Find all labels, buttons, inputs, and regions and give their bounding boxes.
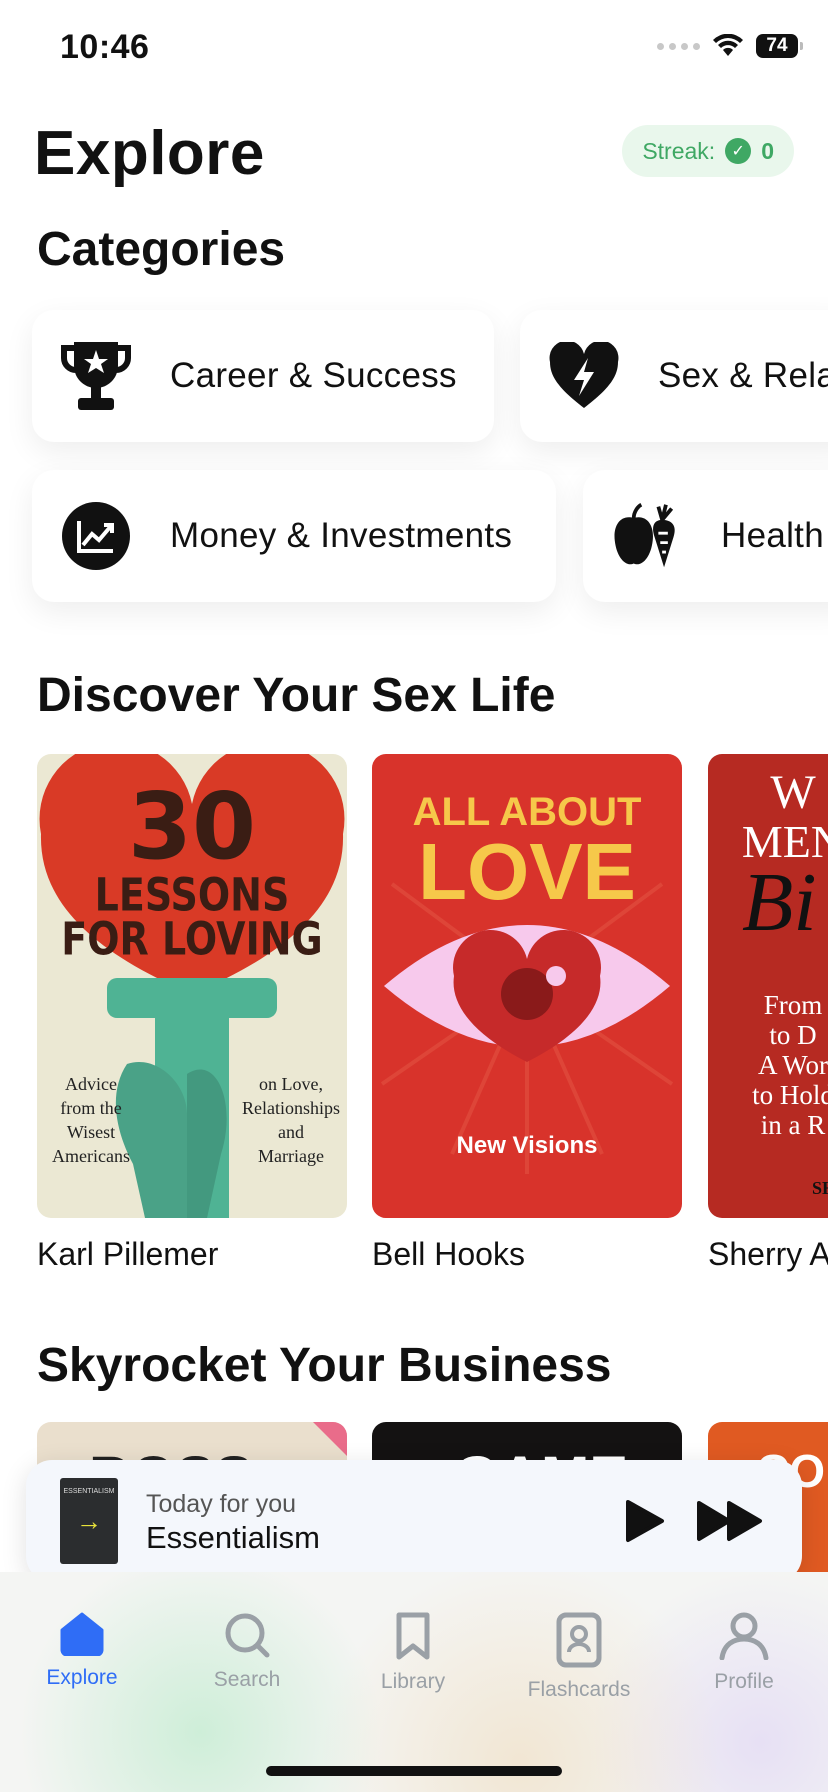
cover-title-number: 30	[127, 773, 257, 880]
cover-text: to D	[769, 1020, 817, 1050]
heart-bolt-icon	[548, 340, 620, 412]
cover-corner	[313, 1422, 347, 1456]
tab-bar: Explore Search Library Flashcards Profil…	[0, 1572, 828, 1792]
mini-player[interactable]: ESSENTIALISM → Today for you Essentialis…	[26, 1460, 802, 1582]
streak-label: Streak:	[642, 137, 716, 164]
tab-label: Profile	[714, 1670, 774, 1693]
tab-flashcards[interactable]: Flashcards	[509, 1612, 649, 1702]
tab-label: Explore	[46, 1666, 118, 1689]
business-section-title: Skyrocket Your Business	[37, 1339, 612, 1392]
cover-text: Wisest	[66, 1122, 116, 1142]
tab-explore[interactable]: Explore	[12, 1612, 152, 1690]
flashcards-icon	[556, 1612, 602, 1668]
category-label: Career & Success	[170, 356, 457, 395]
cover-subtitle: New Visions	[456, 1132, 598, 1159]
book-cover-all-about-love[interactable]: ALL ABOUT LOVE New Visions	[372, 754, 682, 1218]
signal-icon	[657, 42, 700, 50]
category-label: Health	[721, 516, 824, 555]
tab-label: Search	[213, 1668, 281, 1691]
play-button[interactable]	[624, 1498, 666, 1544]
streak-count: 0	[761, 137, 774, 164]
player-title: Essentialism	[146, 1520, 320, 1555]
cover-text: to Hold	[752, 1080, 828, 1110]
cover-author-text: SHE	[812, 1178, 828, 1198]
home-indicator	[266, 1766, 562, 1776]
cover-text: on Love,	[259, 1074, 323, 1094]
bookmark-icon	[396, 1612, 430, 1660]
cover-text: from the	[60, 1098, 122, 1118]
cover-text: Marriage	[258, 1146, 324, 1166]
tab-search[interactable]: Search	[177, 1612, 317, 1692]
mini-cover-title: ESSENTIALISM	[63, 1488, 115, 1495]
cover-text: Americans	[52, 1146, 130, 1166]
check-icon: ✓	[725, 138, 752, 164]
arrow-right-icon: →	[76, 1506, 102, 1536]
cover-text: From	[763, 990, 823, 1020]
mini-player-cover: ESSENTIALISM →	[60, 1478, 118, 1564]
page-title: Explore	[34, 119, 265, 188]
status-time: 10:46	[60, 28, 150, 66]
cover-text: in a R	[760, 1110, 826, 1140]
book-author[interactable]: Bell Hooks	[372, 1236, 525, 1273]
chart-up-icon	[60, 500, 132, 572]
trophy-icon	[60, 340, 132, 412]
tab-label: Library	[380, 1670, 446, 1693]
tab-profile[interactable]: Profile	[674, 1612, 814, 1694]
category-health[interactable]: Health	[583, 470, 828, 602]
book-author[interactable]: Sherry A	[708, 1236, 828, 1273]
book-author[interactable]: Karl Pillemer	[37, 1236, 218, 1273]
cover-text: A Wor	[757, 1050, 828, 1080]
status-icons: 74	[657, 34, 803, 58]
cover-title-line: LOVE	[418, 827, 636, 916]
book-cover-third[interactable]: W MEN Bi From to D A Wor to Hold in a R …	[708, 754, 828, 1218]
tab-library[interactable]: Library	[343, 1612, 483, 1694]
tab-label: Flashcards	[527, 1678, 631, 1701]
battery-icon: 74	[756, 34, 803, 58]
profile-icon	[719, 1612, 769, 1660]
home-icon	[60, 1612, 104, 1656]
cover-text: Relationships	[242, 1098, 340, 1118]
apple-carrot-icon	[611, 500, 683, 572]
wifi-icon	[713, 34, 743, 56]
cover-title-line: FOR LOVING	[61, 912, 323, 966]
cover-title-script: Bi	[742, 856, 817, 949]
player-subtitle: Today for you	[146, 1490, 297, 1518]
categories-title: Categories	[37, 223, 286, 276]
category-label: Sex & Rela	[658, 356, 828, 395]
book-cover-30-lessons[interactable]: 30 LESSONS FOR LOVING Advice from the Wi…	[37, 754, 347, 1218]
category-sex-relationships[interactable]: Sex & Rela	[520, 310, 828, 442]
category-career-success[interactable]: Career & Success	[32, 310, 494, 442]
category-money-investments[interactable]: Money & Investments	[32, 470, 556, 602]
skip-forward-button[interactable]	[696, 1500, 764, 1542]
cover-text: Advice	[65, 1074, 117, 1094]
sex-life-section-title: Discover Your Sex Life	[37, 669, 556, 722]
category-label: Money & Investments	[170, 516, 513, 555]
search-icon	[225, 1613, 270, 1658]
cover-title-line: W	[770, 766, 816, 819]
cover-text: and	[278, 1122, 304, 1142]
streak-badge[interactable]: Streak: ✓ 0	[622, 125, 794, 177]
